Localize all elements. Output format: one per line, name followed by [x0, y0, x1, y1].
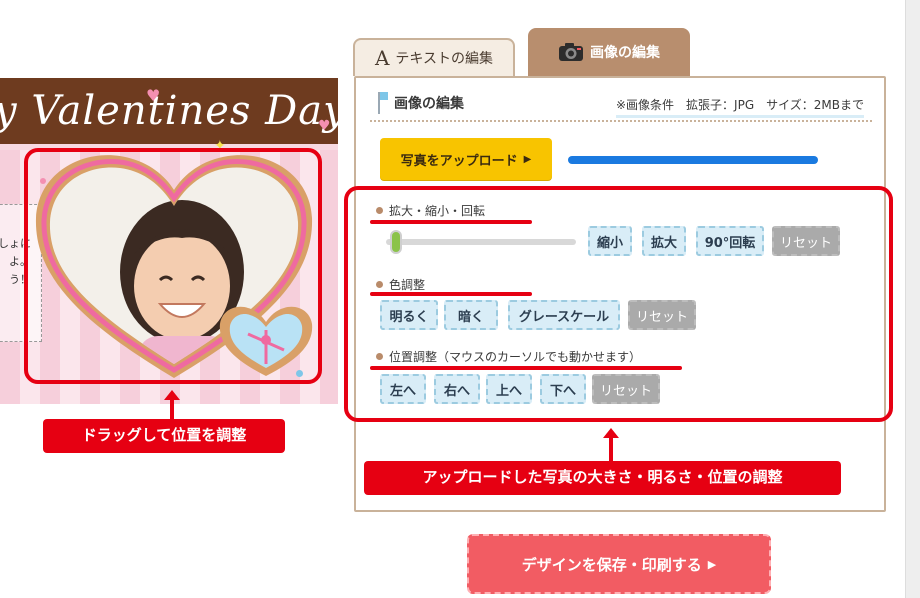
camera-icon: [559, 43, 583, 61]
tab-text-edit[interactable]: A テキストの編集: [353, 38, 515, 76]
arrow-stem: [609, 437, 613, 461]
play-arrow-icon: ▶: [707, 557, 717, 571]
heart-decoration-icon: ♥: [318, 118, 331, 134]
scrollbar-area[interactable]: [905, 0, 920, 598]
preview-banner: y Valentines Day ♥ ♥: [0, 78, 338, 144]
panel-title: 画像の編集: [376, 92, 464, 114]
divider: [370, 120, 872, 122]
photo-drag-highlight: [24, 148, 322, 384]
adjustment-controls-highlight: [344, 186, 893, 422]
adjust-hint-label: アップロードした写真の大きさ・明るさ・位置の調整: [364, 461, 841, 495]
panel-title-text: 画像の編集: [394, 96, 464, 112]
arrow-stem: [170, 399, 174, 419]
upload-label: 写真をアップロード: [400, 153, 518, 169]
tab-label: 画像の編集: [590, 45, 660, 61]
save-print-label: デザインを保存・印刷する: [521, 555, 702, 574]
tab-image-edit[interactable]: 画像の編集: [528, 28, 690, 76]
flag-icon: [376, 92, 388, 114]
drag-hint-label: ドラッグして位置を調整: [43, 419, 285, 453]
heart-decoration-icon: ♥: [146, 86, 161, 105]
image-conditions: ※画像条件 拡張子：JPG サイズ：2MBまで: [616, 96, 864, 118]
page: y Valentines Day ♥ ♥ しょに よ。 う！ ✦ ✦: [0, 0, 920, 598]
upload-photo-button[interactable]: 写真をアップロード ▶: [380, 138, 552, 180]
save-print-button[interactable]: デザインを保存・印刷する ▶: [467, 534, 771, 594]
tab-label: テキストの編集: [395, 51, 494, 67]
text-a-icon: A: [374, 46, 390, 70]
banner-title: y Valentines Day: [0, 88, 338, 134]
play-arrow-icon: ▶: [523, 153, 532, 165]
upload-progress-bar: [568, 156, 818, 164]
